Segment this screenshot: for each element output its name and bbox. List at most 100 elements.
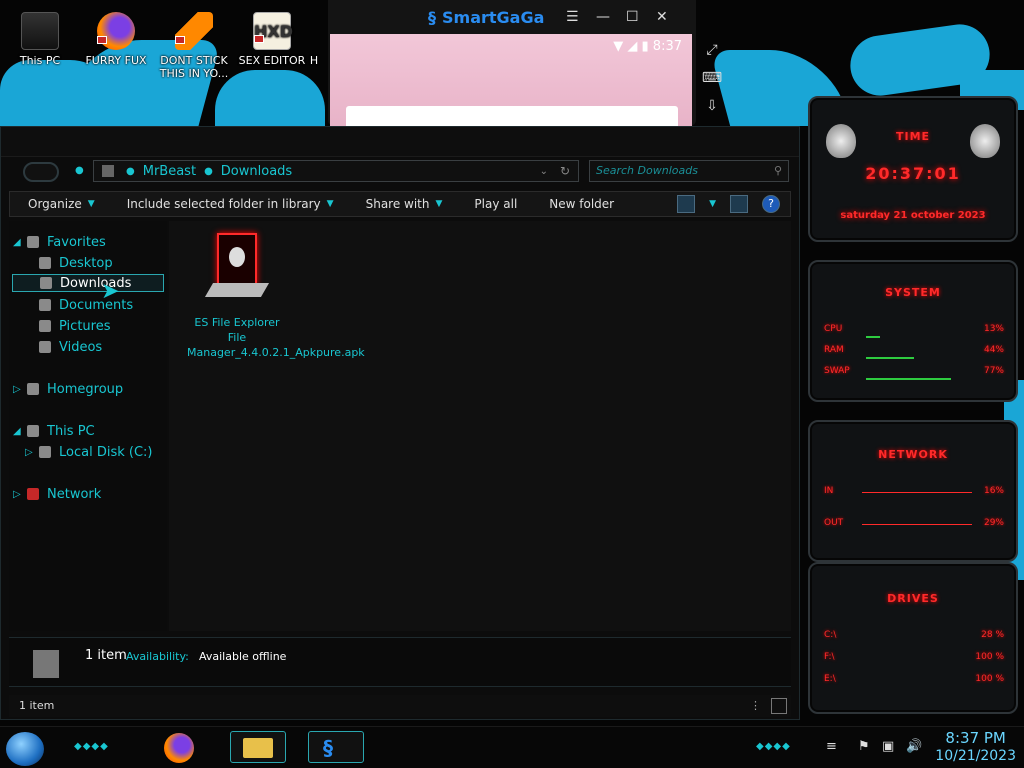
search-icon: ⚲ <box>773 164 782 177</box>
details-pane: 1 item Availability: Available offline <box>9 637 791 687</box>
drive-f-row: F:\ 100 % <box>824 652 1004 662</box>
smartgaga-window[interactable]: § SmartGaGa ☰ — ☐ ✕ ▼ ◢ ▮ 8:37 <box>328 0 696 128</box>
navigation-pane: ◢ Favorites Desktop Downloads Documents … <box>9 221 167 631</box>
show-hidden-icons-icon[interactable]: ≡ <box>826 739 837 754</box>
desktop-icon-this-pc[interactable]: This PC <box>4 8 76 67</box>
smartgaga-logo-icon: § <box>323 736 333 760</box>
swap-meter <box>866 378 951 380</box>
command-bar: Organize ▼ Include selected folder in lib… <box>9 191 791 217</box>
maximize-button[interactable]: ☐ <box>626 9 639 25</box>
taskbar: ◆◆◆◆ § ◆◆◆◆ ≡ ⚑ ▣ 🔊 8:37 PM 10/21/2023 <box>0 726 1024 768</box>
volume-icon[interactable]: 🔊 <box>906 739 922 754</box>
large-icons-view-icon[interactable] <box>771 698 787 714</box>
time-gadget-title: TIME <box>895 130 931 143</box>
hxd-icon: HXD <box>253 12 293 50</box>
help-icon[interactable]: ? <box>762 195 780 213</box>
smartgaga-taskbar-button[interactable]: § <box>308 731 364 763</box>
chevron-down-icon[interactable]: ⌄ <box>540 166 548 177</box>
nav-local-disk[interactable]: ▷ Local Disk (C:) <box>25 443 152 461</box>
smartgaga-logo-icon: § <box>428 7 436 27</box>
folder-icon <box>243 738 273 758</box>
smartgaga-side-toolbar: ⤢ ⌨ ⇩ <box>698 38 726 128</box>
action-center-icon[interactable]: ⚑ <box>858 739 870 754</box>
new-folder-button[interactable]: New folder <box>531 197 628 211</box>
expand-icon[interactable]: ▷ <box>13 384 27 395</box>
fullscreen-icon[interactable]: ⤢ <box>701 42 723 60</box>
close-button[interactable]: ✕ <box>656 9 668 25</box>
file-thumbnail-icon <box>33 650 59 678</box>
apk-install-icon[interactable]: ⇩ <box>701 98 723 116</box>
network-tray-icon[interactable]: ▣ <box>882 739 894 754</box>
videos-icon <box>39 341 51 353</box>
android-card[interactable] <box>346 106 678 128</box>
address-bar[interactable]: ● MrBeast ● Downloads ⌄ ↻ <box>93 160 579 182</box>
drive-c-row: C:\ 28 % <box>824 630 1004 640</box>
file-explorer-window[interactable]: ● ● MrBeast ● Downloads ⌄ ↻ Search Downl… <box>0 126 800 720</box>
android-screen[interactable]: ▼ ◢ ▮ 8:37 <box>330 34 692 128</box>
nav-this-pc[interactable]: ◢ This PC <box>13 422 95 440</box>
nav-desktop[interactable]: Desktop <box>39 254 113 272</box>
nav-network[interactable]: ▷ Network <box>13 485 101 503</box>
include-in-library-button[interactable]: Include selected folder in library ▼ <box>109 197 348 211</box>
preview-pane-icon[interactable] <box>730 195 748 213</box>
clock-date: 10/21/2023 <box>935 748 1016 764</box>
android-status-bar: ▼ ◢ ▮ 8:37 <box>613 39 682 54</box>
network-out-graph <box>862 524 972 525</box>
start-button[interactable] <box>6 732 44 766</box>
signal-icon: ◢ <box>627 39 638 54</box>
expand-icon[interactable]: ▷ <box>13 489 27 500</box>
organize-button[interactable]: Organize ▼ <box>10 197 109 211</box>
details-view-icon[interactable]: ⋮ <box>750 695 761 717</box>
desktop-icon-dont-stick[interactable]: DONT STICK THIS IN YO... <box>158 8 230 80</box>
system-gadget-title: SYSTEM <box>885 286 941 299</box>
nav-homegroup[interactable]: ▷ Homegroup <box>13 380 123 398</box>
clock[interactable]: 8:37 PM 10/21/2023 <box>935 729 1016 765</box>
play-all-button[interactable]: Play all <box>456 197 531 211</box>
downloads-icon <box>40 277 52 289</box>
breadcrumb-mrbeast[interactable]: MrBeast <box>143 164 196 179</box>
desktop-icon-furry-fux[interactable]: FURRY FUX <box>80 8 152 67</box>
minimize-button[interactable]: — <box>596 9 610 25</box>
desktop-icon-sex-editor[interactable]: HXD SEX EDITOR <box>236 8 308 67</box>
network-out-row: OUT 29% <box>824 518 1004 528</box>
desktop-icon-label: This PC <box>19 54 61 67</box>
nav-pictures[interactable]: Pictures <box>39 317 110 335</box>
share-with-button[interactable]: Share with ▼ <box>348 197 457 211</box>
nav-videos[interactable]: Videos <box>39 338 102 356</box>
refresh-icon[interactable]: ↻ <box>560 164 570 178</box>
desktop-icon-label: SEX EDITOR <box>238 54 306 67</box>
documents-icon <box>39 299 51 311</box>
nav-downloads[interactable]: Downloads <box>12 274 164 292</box>
explorer-title-bar[interactable] <box>1 127 799 157</box>
file-list[interactable]: ES File Explorer File Manager_4.4.0.2.1_… <box>169 221 791 631</box>
explorer-taskbar-button[interactable] <box>230 731 286 763</box>
keyboard-icon[interactable]: ⌨ <box>701 70 723 88</box>
file-item[interactable]: ES File Explorer File Manager_4.4.0.2.1_… <box>187 233 365 360</box>
drive-icon <box>39 446 51 458</box>
change-view-icon[interactable] <box>677 195 696 213</box>
time-gadget: TIME 20:37:01 saturday 21 october 2023 <box>808 96 1018 242</box>
expand-icon[interactable]: ▷ <box>25 447 39 458</box>
address-row: ● ● MrBeast ● Downloads ⌄ ↻ Search Downl… <box>1 157 801 187</box>
expand-icon[interactable]: ◢ <box>13 237 27 248</box>
drive-e-row: E:\ 100 % <box>824 674 1004 684</box>
wifi-icon: ▼ <box>613 39 624 54</box>
chevron-down-icon: ▼ <box>326 199 334 209</box>
back-forward-orb-icon[interactable] <box>23 162 59 182</box>
desktop-icon-label: FURRY FUX <box>85 54 147 67</box>
firefox-taskbar-icon[interactable] <box>164 733 194 763</box>
ram-meter <box>866 357 914 359</box>
drives-gadget-title: DRIVES <box>887 592 939 605</box>
menu-icon[interactable]: ☰ <box>566 9 579 25</box>
star-icon <box>27 236 39 248</box>
drives-gadget: DRIVES C:\ 28 % F:\ 100 % E:\ 100 % <box>808 562 1018 714</box>
desktop-icon-partial[interactable]: H <box>300 8 328 67</box>
search-input[interactable]: Search Downloads ⚲ <box>589 160 789 182</box>
nav-favorites[interactable]: ◢ Favorites <box>13 233 106 251</box>
chevron-down-icon[interactable]: ▼ <box>709 195 716 213</box>
breadcrumb-downloads[interactable]: Downloads <box>221 164 292 179</box>
expand-icon[interactable]: ◢ <box>13 426 27 437</box>
pictures-icon <box>39 320 51 332</box>
mouse-cursor-icon: ➤ <box>101 279 120 304</box>
apk-file-icon <box>204 233 270 303</box>
